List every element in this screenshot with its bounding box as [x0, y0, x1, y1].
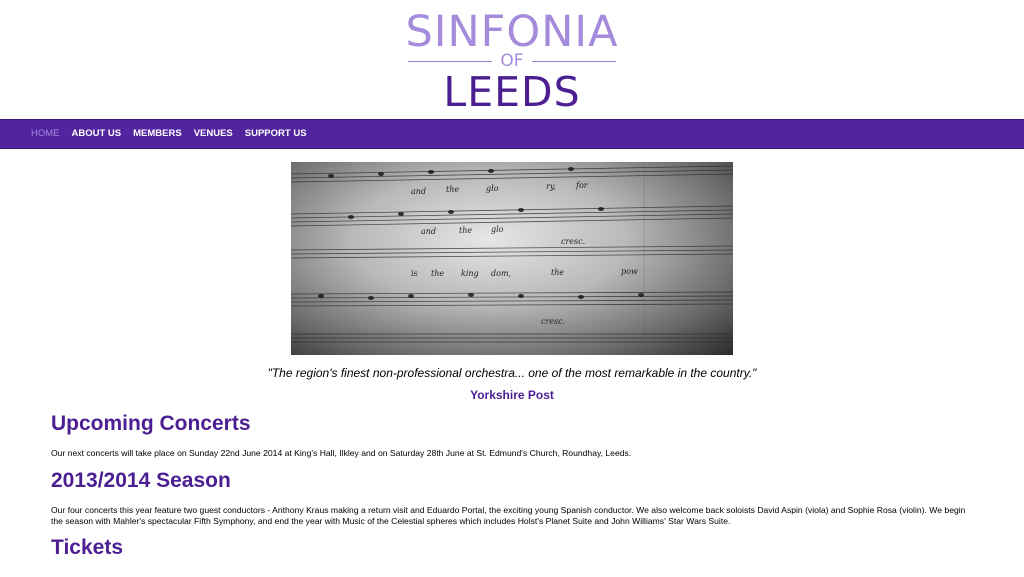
section-body-upcoming-concerts: Our next concerts will take place on Sun… — [51, 448, 632, 458]
lyric-word: and — [411, 187, 426, 196]
section-heading-upcoming-concerts: Upcoming Concerts — [51, 412, 251, 435]
section-body-season: Our four concerts this year feature two … — [51, 505, 966, 526]
section-heading-tickets: Tickets — [51, 536, 123, 559]
lyric-word: pow — [621, 267, 638, 276]
lyric-word: glo — [491, 225, 504, 234]
lyric-word: glo — [486, 184, 499, 193]
lyric-word: the — [446, 185, 459, 194]
logo-leeds: LEEDS — [443, 68, 581, 116]
quote-source: Yorkshire Post — [470, 388, 554, 402]
nav-support-us[interactable]: SUPPORT US — [245, 120, 307, 148]
site-logo[interactable]: SINFONIA OF LEEDS — [0, 0, 1024, 118]
lyric-word: ry, — [546, 182, 556, 191]
lyric-word: is — [411, 269, 418, 278]
nav-venues[interactable]: VENUES — [194, 120, 233, 148]
sheet-music-drawing: and the glo ry, for and the glo cresc. i… — [291, 162, 733, 355]
lyric-word: king — [461, 269, 479, 278]
logo-sinfonia: SINFONIA — [405, 7, 619, 57]
nav-home[interactable]: HOME — [31, 120, 60, 148]
nav-about-us[interactable]: ABOUT US — [72, 120, 122, 148]
lyric-word: dom, — [491, 269, 511, 278]
lyric-word: and — [421, 227, 436, 236]
logo-rule-left — [408, 60, 493, 62]
press-quote: "The region's finest non-professional or… — [267, 366, 757, 380]
lyric-word: the — [551, 268, 564, 277]
lyric-word: cresc. — [561, 237, 585, 246]
main-nav: HOME ABOUT US MEMBERS VENUES SUPPORT US — [0, 119, 1024, 149]
section-heading-season: 2013/2014 Season — [51, 469, 231, 492]
nav-members[interactable]: MEMBERS — [133, 120, 182, 148]
lyric-word: the — [431, 269, 444, 278]
sheet-music-photo: and the glo ry, for and the glo cresc. i… — [291, 162, 733, 355]
lyric-word: the — [459, 226, 472, 235]
lyric-word: cresc. — [541, 317, 565, 326]
logo-rule-right — [531, 60, 617, 62]
lyric-word: for — [575, 181, 589, 190]
